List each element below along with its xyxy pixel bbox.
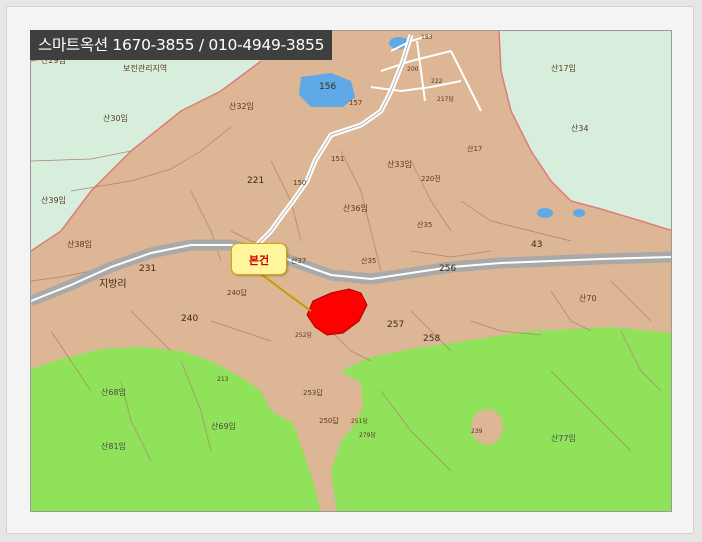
label-p151: 151 [331,155,344,163]
label-s68: 산68임 [101,387,126,397]
label-p256: 256 [439,264,456,274]
land-patch [471,409,503,445]
label-s17: 산17임 [551,63,576,73]
label-s69: 산69임 [211,421,236,431]
label-p217: 217답 [437,96,454,103]
label-p231: 231 [139,264,156,274]
label-s81: 산81임 [101,441,126,451]
pond-east [537,208,553,218]
subject-callout-label: 본건 [248,254,270,267]
label-zone: 보전관리지역 [123,63,167,73]
label-s33: 산33임 [387,159,412,169]
label-s70: 산70 [579,293,597,303]
label-s35: 산35 [361,256,376,265]
label-p220: 220전 [421,174,441,183]
label-p222: 222 [431,78,443,85]
label-s34: 산34 [571,123,589,133]
label-s37: 산37 [291,256,306,265]
pond-east-2 [573,209,585,217]
contact-banner: 스마트옥션 1670-3855 / 010-4949-3855 [30,30,333,60]
label-s352: 산35 [417,220,432,229]
label-p183: 183 [421,34,433,41]
label-p1572: 157 [349,99,362,107]
label-s38: 산38임 [67,239,92,249]
label-s17b: 산17 [467,144,482,153]
label-p253: 253답 [303,388,323,397]
cadastral-map[interactable]: 산29임 보전관리지역 산30임 산32임 산39임 산38임 221 150 … [30,30,672,512]
label-village: 지방리 [99,278,127,290]
label-p43: 43 [531,240,542,250]
label-p250: 250답 [319,416,339,425]
subject-callout[interactable]: 본건 [231,243,287,275]
label-p156: 156 [319,82,336,92]
label-p221: 221 [247,176,264,186]
label-s30: 산30임 [103,113,128,123]
label-p279: 279답 [359,432,376,439]
label-p240: 240 [181,314,198,324]
label-p257: 257 [387,320,404,330]
label-p240d: 240답 [227,288,247,297]
label-p239: 239 [471,428,483,435]
label-s39: 산39임 [41,195,66,205]
label-p200: 200 [407,66,419,73]
label-p258: 258 [423,334,440,344]
label-s36: 산36임 [343,203,368,213]
label-p150: 150 [293,179,306,187]
label-s32: 산32임 [229,101,254,111]
label-p252: 252답 [295,332,312,339]
label-p251: 251답 [351,418,368,425]
label-p213: 213 [217,376,229,383]
label-s77: 산77임 [551,433,576,443]
